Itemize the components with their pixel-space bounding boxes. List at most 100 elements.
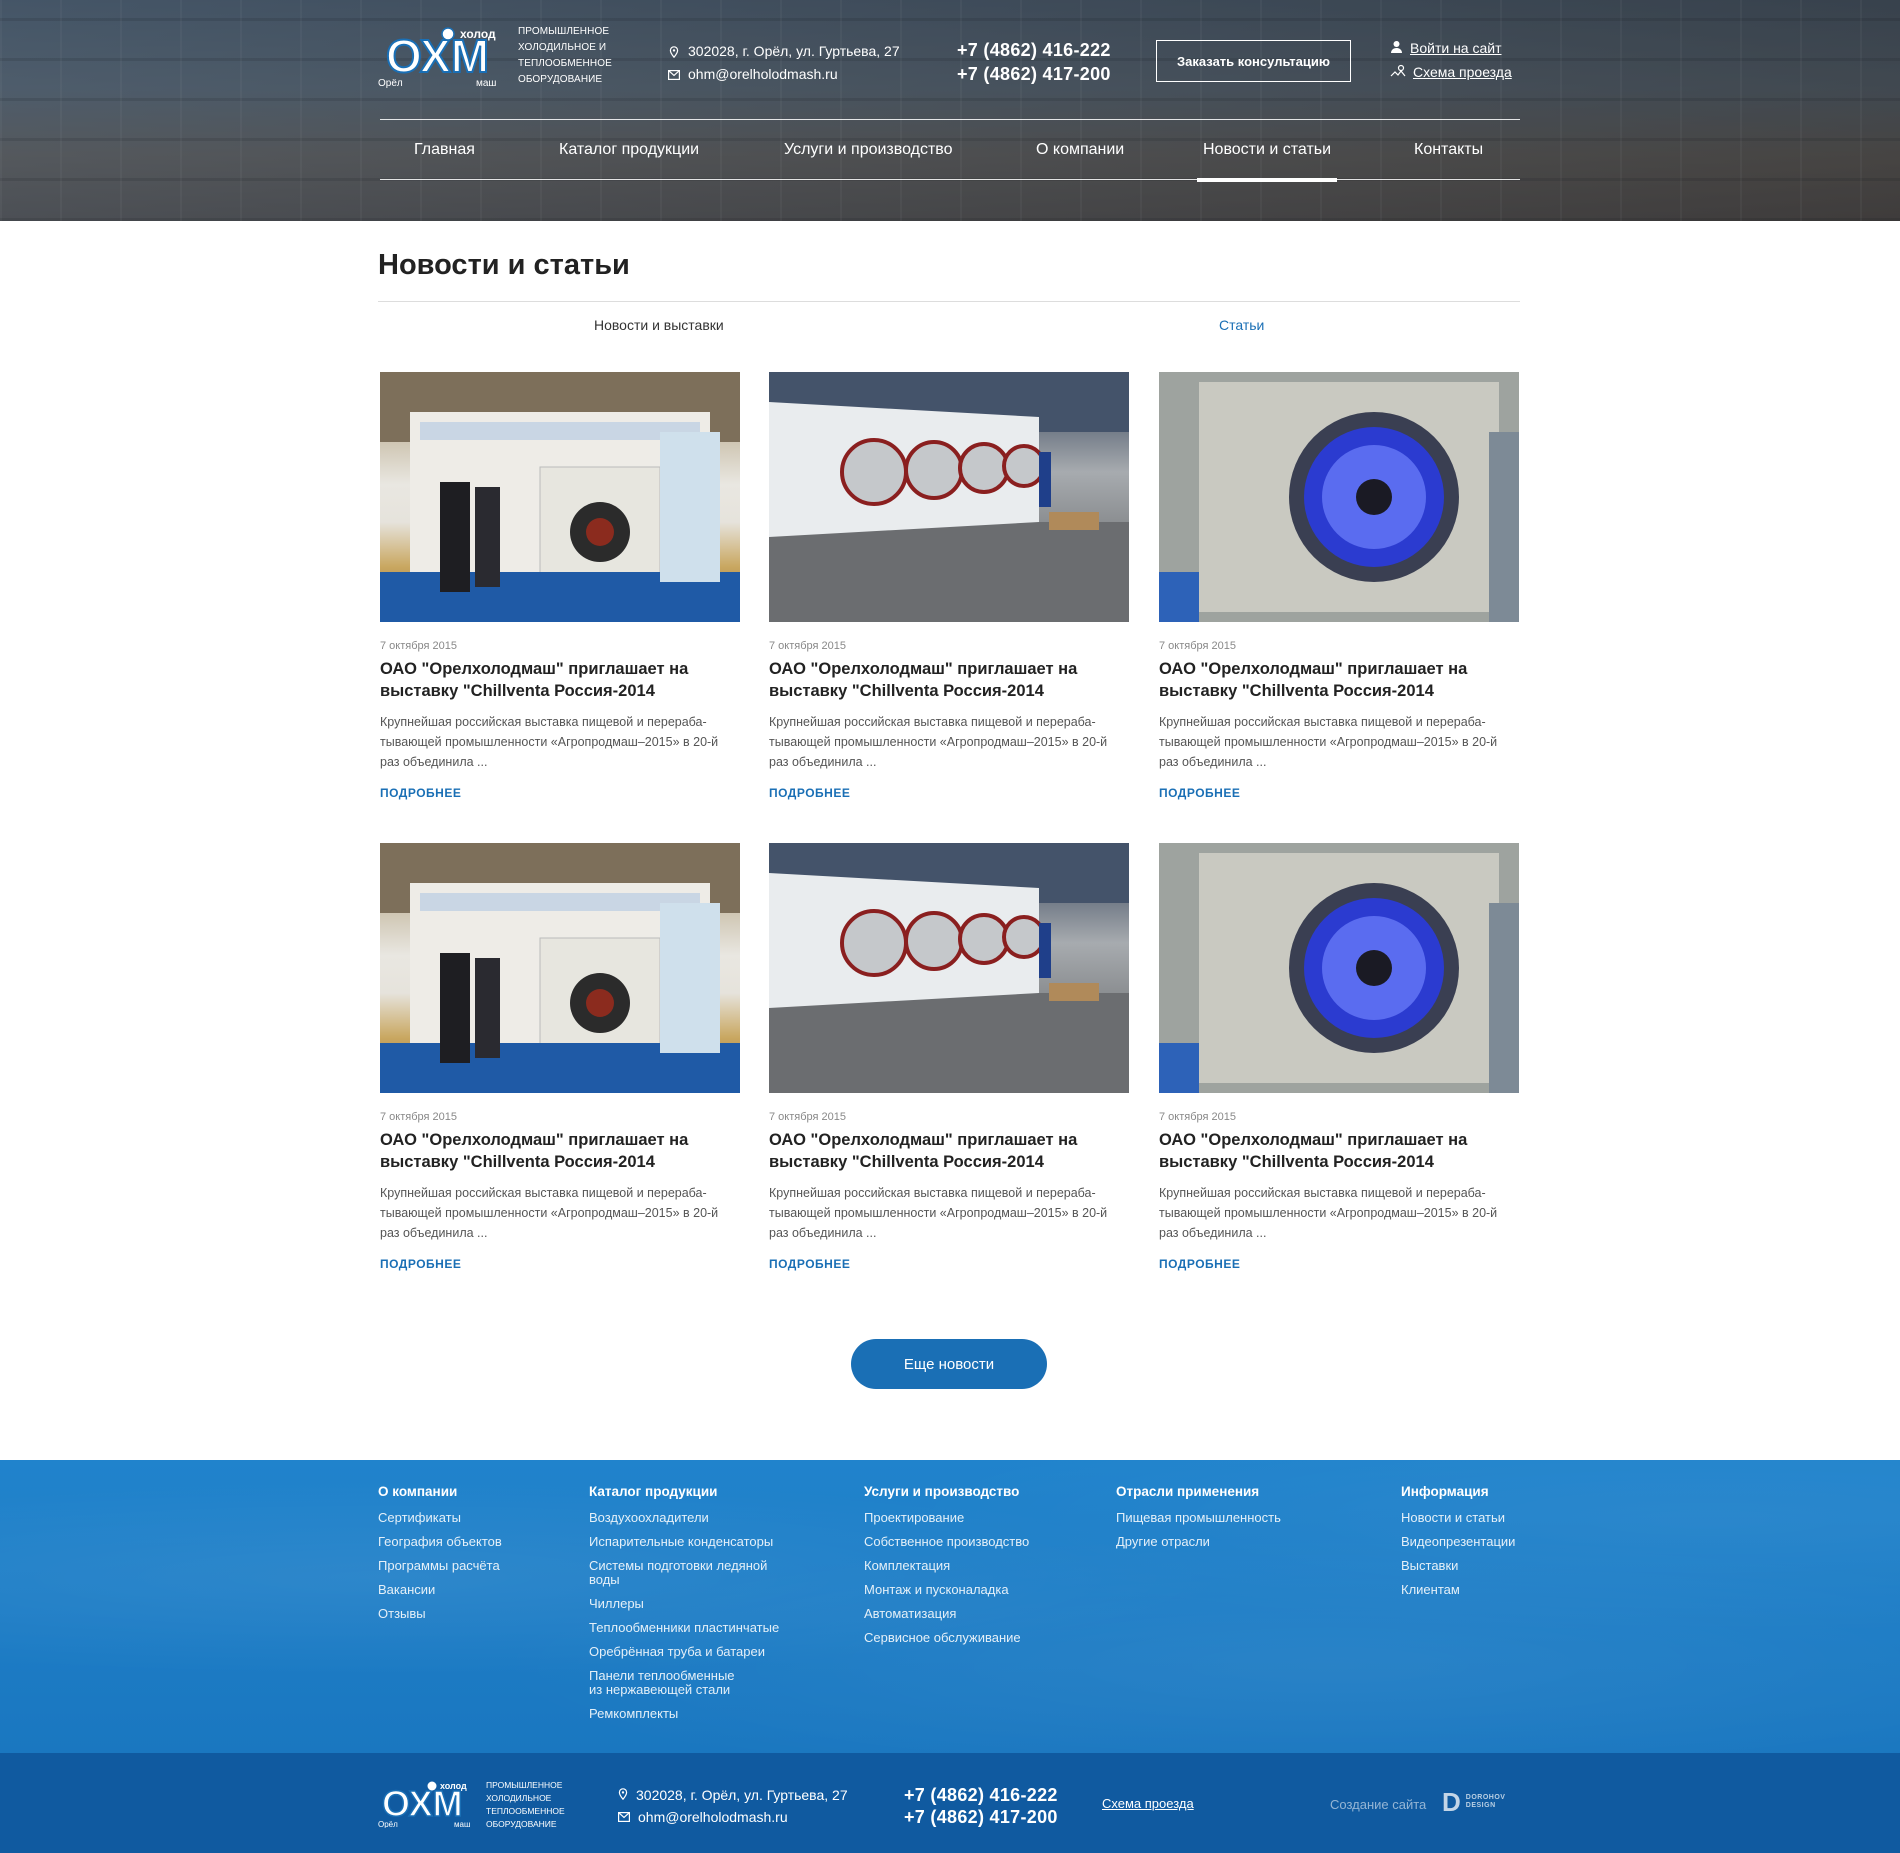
footer-link[interactable]: Монтаж и пусконаладка [864,1583,1029,1597]
footer-link[interactable]: Панели теплообменные из нержавеющей стал… [589,1669,749,1697]
footer-link[interactable]: Собственное производство [864,1535,1029,1549]
news-date: 7 октября 2015 [380,1111,457,1123]
news-card[interactable]: 7 октября 2015 ОАО "Орелхолодмаш" пригла… [769,843,1129,1271]
footer-column-about: О компании Сертификаты География объекто… [378,1484,502,1631]
footer-link[interactable]: Сервисное обслуживание [864,1631,1029,1645]
footer-logo[interactable]: ОХМ холод Орёл маш [378,1778,478,1828]
news-title[interactable]: ОАО "Орелхолодмаш" приглашает на выставк… [1159,1129,1519,1173]
footer-heading: О компании [378,1484,458,1499]
footer-column-catalog: Каталог продукции Воздухоохладители Испа… [589,1484,789,1731]
location-pin-icon [668,45,680,58]
news-image[interactable] [1159,843,1519,1093]
news-card[interactable]: 7 октября 2015 ОАО "Орелхолодмаш" пригла… [380,843,740,1271]
route-map-icon [1390,60,1406,84]
footer-link[interactable]: Выставки [1401,1559,1515,1573]
header-phone-2[interactable]: +7 (4862) 417-200 [957,62,1111,86]
footer-link[interactable]: Чиллеры [589,1597,789,1611]
developer-name-1: DOROHOV [1465,1794,1506,1801]
read-more-link[interactable]: ПОДРОБНЕЕ [1159,1257,1240,1271]
news-date: 7 октября 2015 [769,1111,846,1123]
footer-phone-1[interactable]: +7 (4862) 416-222 [904,1784,1058,1806]
news-card[interactable]: 7 октября 2015 ОАО "Орелхолодмаш" пригла… [1159,843,1519,1271]
read-more-link[interactable]: ПОДРОБНЕЕ [769,786,850,800]
footer-link[interactable]: Вакансии [378,1583,502,1597]
news-excerpt: Крупнейшая российская выставка пищевой и… [1159,1186,1498,1240]
news-title[interactable]: ОАО "Орелхолодмаш" приглашает на выставк… [769,658,1129,702]
svg-text:Орёл: Орёл [378,1820,398,1828]
footer-link[interactable]: Клиентам [1401,1583,1515,1597]
news-image[interactable] [1159,372,1519,622]
developer-logo[interactable]: D DOROHOV DESIGN [1442,1787,1506,1817]
footer-route-link[interactable]: Схема проезда [1102,1796,1194,1811]
tab-news-exhibitions[interactable]: Новости и выставки [594,317,724,333]
nav-item-news[interactable]: Новости и статьи [1196,120,1338,182]
news-card[interactable]: 7 октября 2015 ОАО "Орелхолодмаш" пригла… [769,372,1129,800]
news-title[interactable]: ОАО "Орелхолодмаш" приглашает на выставк… [380,658,740,702]
footer-phone-2[interactable]: +7 (4862) 417-200 [904,1806,1058,1828]
nav-item-about[interactable]: О компании [1036,120,1124,180]
news-card[interactable]: 7 октября 2015 ОАО "Орелхолодмаш" пригла… [380,372,740,800]
footer-link[interactable]: Видеопрезентации [1401,1535,1515,1549]
developer-logo-mark: D [1442,1787,1461,1817]
company-logo[interactable]: ОХМ холод Орёл маш [378,24,508,88]
news-excerpt: Крупнейшая российская выставка пищевой и… [769,715,1108,769]
news-title[interactable]: ОАО "Орелхолодмаш" приглашает на выставк… [1159,658,1519,702]
nav-item-home[interactable]: Главная [414,120,475,180]
news-excerpt: Крупнейшая российская выставка пищевой и… [769,1186,1108,1240]
footer-link[interactable]: Теплообменники пластинчатые [589,1621,789,1635]
svg-text:Орёл: Орёл [378,78,403,88]
news-title[interactable]: ОАО "Орелхолодмаш" приглашает на выставк… [380,1129,740,1173]
footer-link[interactable]: Проектирование [864,1511,1029,1525]
footer-link[interactable]: Программы расчёта [378,1559,502,1573]
news-title[interactable]: ОАО "Орелхолодмаш" приглашает на выставк… [769,1129,1129,1173]
news-image[interactable] [769,843,1129,1093]
footer-link[interactable]: Оребрённая труба и батареи [589,1645,789,1659]
news-date: 7 октября 2015 [1159,1111,1236,1123]
header-contacts: 302028, г. Орёл, ул. Гуртьева, 27 ohm@or… [668,40,900,86]
news-card[interactable]: 7 октября 2015 ОАО "Орелхолодмаш" пригла… [1159,372,1519,800]
nav-item-contacts[interactable]: Контакты [1414,120,1483,180]
footer-column-info: Информация Новости и статьи Видеопрезент… [1401,1484,1515,1607]
footer-email[interactable]: ohm@orelholodmash.ru [638,1806,788,1828]
footer-logo-tagline: Промышленное холодильное теплообменное о… [486,1780,565,1829]
header-phone-1[interactable]: +7 (4862) 416-222 [957,38,1111,62]
footer-link[interactable]: Другие отрасли [1116,1535,1281,1549]
consultation-button[interactable]: Заказать консультацию [1156,40,1351,82]
news-excerpt: Крупнейшая российская выставка пищевой и… [380,1186,719,1240]
news-image[interactable] [380,372,740,622]
footer-link[interactable]: Воздухоохладители [589,1511,789,1525]
news-image[interactable] [380,843,740,1093]
footer-link[interactable]: Автоматизация [864,1607,1029,1621]
route-link[interactable]: Схема проезда [1390,60,1512,84]
read-more-link[interactable]: ПОДРОБНЕЕ [769,1257,850,1271]
read-more-link[interactable]: ПОДРОБНЕЕ [380,1257,461,1271]
load-more-button[interactable]: Еще новости [851,1339,1047,1389]
nav-item-services[interactable]: Услуги и производство [784,120,953,180]
footer-link[interactable]: Испарительные конденсаторы [589,1535,789,1549]
nav-item-catalog[interactable]: Каталог продукции [559,120,699,180]
news-date: 7 октября 2015 [769,640,846,652]
footer-link[interactable]: Системы подготовки ледяной воды [589,1559,779,1587]
footer-link[interactable]: Новости и статьи [1401,1511,1515,1525]
read-more-link[interactable]: ПОДРОБНЕЕ [1159,786,1240,800]
title-divider [378,301,1520,302]
made-by-label: Создание сайта [1330,1797,1427,1812]
footer-link[interactable]: Комплектация [864,1559,1029,1573]
footer-link[interactable]: География объектов [378,1535,502,1549]
svg-text:маш: маш [454,1820,470,1828]
header [0,0,1900,221]
footer-link[interactable]: Отзывы [378,1607,502,1621]
news-date: 7 октября 2015 [1159,640,1236,652]
news-image[interactable] [769,372,1129,622]
read-more-link[interactable]: ПОДРОБНЕЕ [380,786,461,800]
header-email[interactable]: ohm@orelholodmash.ru [688,63,838,86]
tab-articles[interactable]: Статьи [1219,317,1264,333]
footer-link[interactable]: Пищевая промышленность [1116,1511,1281,1525]
footer-link[interactable]: Сертификаты [378,1511,502,1525]
footer-phones: +7 (4862) 416-222 +7 (4862) 417-200 [904,1784,1058,1828]
footer-link[interactable]: Ремкомплекты [589,1707,789,1721]
footer-column-services: Услуги и производство Проектирование Соб… [864,1484,1029,1655]
login-link[interactable]: Войти на сайт [1390,36,1512,60]
news-excerpt: Крупнейшая российская выставка пищевой и… [1159,715,1498,769]
svg-text:холод: холод [460,27,496,41]
